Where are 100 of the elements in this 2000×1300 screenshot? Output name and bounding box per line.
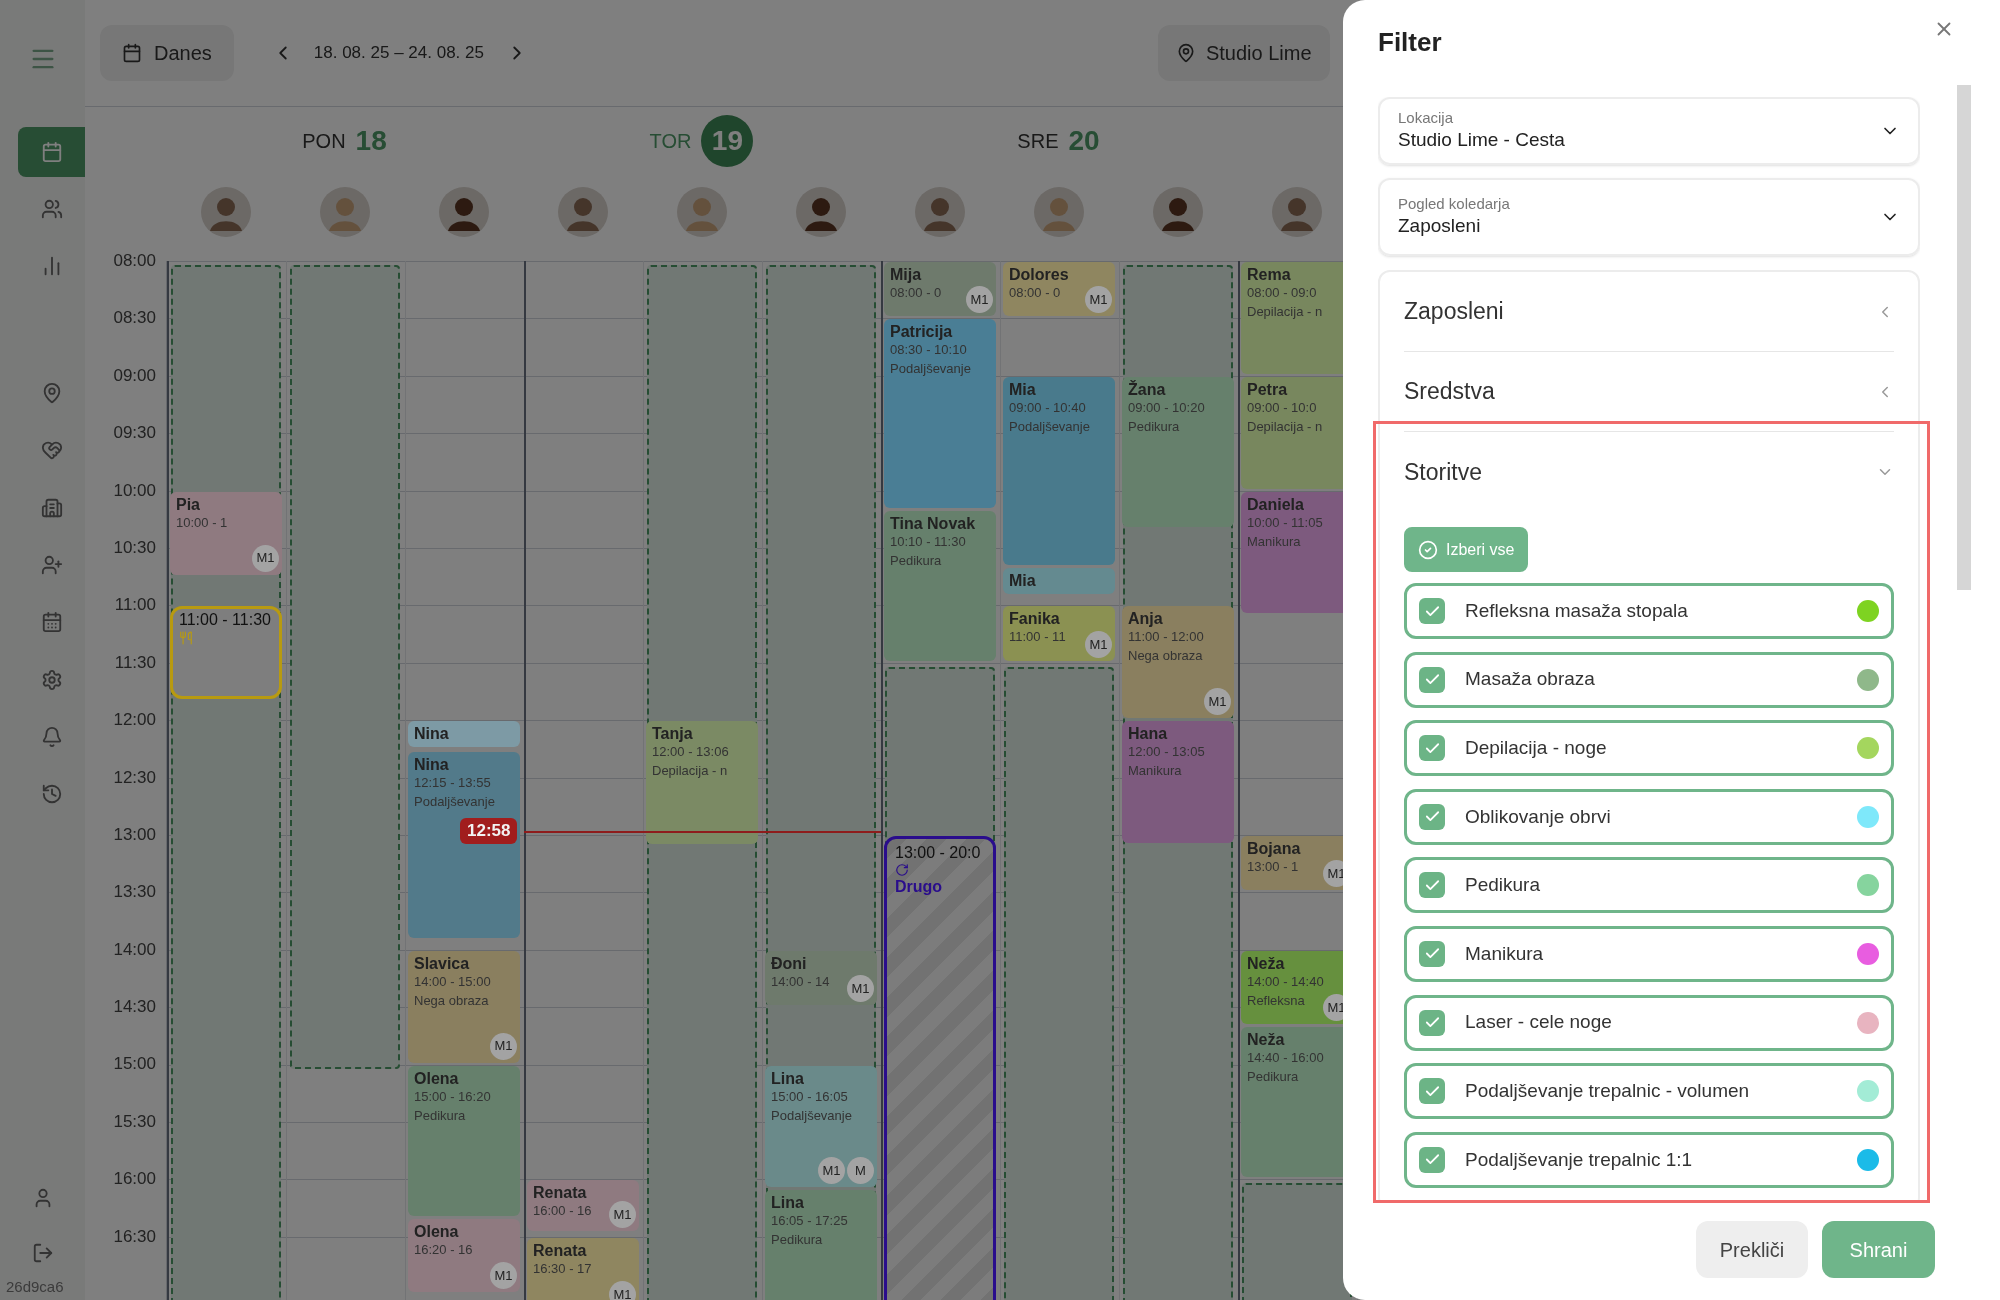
select-field[interactable]: Pogled koledarja Zaposleni — [1378, 178, 1920, 256]
building-icon — [40, 496, 63, 519]
checkbox[interactable] — [1419, 1009, 1445, 1036]
checkbox[interactable] — [1419, 735, 1445, 762]
avatar — [1271, 187, 1322, 237]
client-name: Olena — [414, 1069, 459, 1087]
checkbox[interactable] — [1419, 803, 1445, 830]
appointment-card[interactable]: Tanja 12:00 - 13:06 Depilacija - n — [646, 721, 758, 845]
check-circle-icon — [1418, 539, 1438, 560]
repeat-icon — [895, 863, 909, 877]
service-option[interactable]: Pedikura — [1404, 857, 1894, 914]
appointment-card[interactable]: Renata 16:00 - 16 M1 — [527, 1180, 639, 1231]
checkbox[interactable] — [1419, 872, 1445, 899]
service-option[interactable]: Depilacija - noge — [1404, 720, 1894, 777]
appointment-time: 12:15 - 13:55 — [414, 773, 491, 792]
service-option[interactable]: Podaljševanje trepalnic 1:1 — [1404, 1131, 1894, 1188]
appointment-card[interactable]: Žana 09:00 - 10:20 Pedikura — [1122, 376, 1234, 527]
staff-badge: M1 — [609, 1200, 636, 1228]
version-text: 26d9ca6 — [6, 1276, 64, 1297]
appointment-card[interactable]: Đoni 14:00 - 14 M1 — [765, 950, 877, 1006]
client-name: Neža — [1247, 954, 1285, 972]
time-label: 13:30 — [113, 883, 156, 902]
service-option[interactable]: Podaljševanje trepalnic - volumen — [1404, 1063, 1894, 1120]
date-range: 18. 08. 25 – 24. 08. 25 — [313, 42, 484, 65]
service-name: Pedikura — [771, 1230, 823, 1249]
appointment-card[interactable]: Mija 08:00 - 0 M1 — [884, 262, 996, 317]
avatar — [557, 187, 608, 237]
break-time: 11:00 - 11:30 — [179, 610, 272, 631]
avatar — [1033, 187, 1084, 237]
service-option[interactable]: Masaža obraza — [1404, 651, 1894, 708]
checkbox[interactable] — [1419, 598, 1445, 624]
appointment-card[interactable]: Pia 10:00 - 1 M1 — [170, 491, 282, 575]
today-button[interactable]: Danes — [100, 25, 234, 81]
checkbox[interactable] — [1419, 1146, 1445, 1173]
appointment-card[interactable]: Mia 09:00 - 10:40 Podaljševanje — [1003, 376, 1115, 566]
client-name: Renata — [533, 1241, 587, 1259]
client-name: Dolores — [1009, 266, 1069, 283]
service-label: Pedikura — [1465, 873, 1540, 898]
checkbox[interactable] — [1419, 666, 1445, 693]
appointment-card[interactable]: Patricija 08:30 - 10:10 Podaljševanje — [884, 319, 996, 508]
service-option[interactable]: Manikura — [1404, 925, 1894, 982]
blocked-time-block[interactable]: 13:00 - 20:0 Drugo — [884, 836, 996, 1300]
avatar — [438, 187, 489, 237]
client-name: Daniela — [1247, 495, 1304, 513]
appointment-card[interactable]: Renata 16:30 - 17 M1 — [527, 1237, 639, 1300]
client-name: Rema — [1247, 266, 1291, 283]
field-value: Studio Lime - Cesta — [1398, 128, 1565, 152]
appointment-card[interactable]: Anja 11:00 - 12:00 Nega obraza M1 — [1122, 606, 1234, 719]
appointment-card[interactable]: Olena 16:20 - 16 M1 — [408, 1218, 520, 1293]
service-option[interactable]: Refleksna masaža stopala — [1404, 583, 1894, 639]
avatar — [319, 187, 370, 237]
scrollbar-thumb[interactable] — [1957, 85, 1971, 590]
select-field[interactable]: Lokacija Studio Lime - Cesta — [1378, 97, 1920, 165]
nav-item[interactable] — [18, 126, 85, 177]
settings-icon — [40, 668, 63, 691]
appointment-time: 11:00 - 11 — [1009, 628, 1066, 647]
service-name: Refleksna — [1247, 991, 1305, 1010]
appointment-card[interactable]: Lina 15:00 - 16:05 Podaljševanje M1 M — [765, 1065, 877, 1187]
service-name: Pedikura — [1247, 1068, 1299, 1087]
appointment-card[interactable]: Olena 15:00 - 16:20 Pedikura — [408, 1065, 520, 1216]
appointment-time: 10:10 - 11:30 — [890, 532, 966, 551]
service-name: Podaljševanje — [414, 792, 495, 811]
calendar-icon — [40, 611, 63, 634]
time-label: 15:00 — [113, 1055, 156, 1074]
service-option[interactable]: Laser - cele noge — [1404, 994, 1894, 1051]
cancel-button[interactable]: Prekliči — [1696, 1221, 1808, 1278]
weekday-label: TOR — [649, 129, 692, 154]
staff-badge: M — [847, 1156, 874, 1184]
staff-badge: M1 — [1085, 286, 1112, 314]
client-name: Bojana — [1247, 840, 1301, 857]
appointment-time: 14:00 - 14:40 — [1247, 972, 1324, 991]
appointment-time: 11:00 - 12:00 — [1128, 628, 1204, 647]
appointment-card[interactable]: Mia — [1003, 568, 1115, 594]
location-button[interactable]: Studio Lime — [1157, 25, 1330, 81]
service-name: Depilacija - n — [1247, 417, 1323, 436]
break-block[interactable]: 11:00 - 11:30 — [170, 606, 282, 700]
staff-badge: M1 — [1204, 688, 1231, 716]
accordion-header[interactable]: Sredstva — [1404, 352, 1894, 432]
appointment-card[interactable]: Tina Novak 10:10 - 11:30 Pedikura — [884, 510, 996, 661]
appointment-time: 10:00 - 11:05 — [1247, 513, 1323, 532]
service-option[interactable]: Oblikovanje obrvi — [1404, 788, 1894, 845]
service-name: Podaljševanje — [890, 360, 971, 379]
appointment-card[interactable]: Slavica 14:00 - 15:00 Nega obraza M1 — [408, 950, 520, 1063]
panel-title: Filter — [1378, 26, 1442, 59]
logout-icon[interactable] — [31, 1242, 54, 1264]
calendar-icon — [40, 140, 63, 163]
accordion-header[interactable]: Storitve — [1404, 432, 1894, 512]
checkbox[interactable] — [1419, 1078, 1445, 1105]
accordion-header[interactable]: Zaposleni — [1404, 272, 1894, 352]
appointment-card[interactable]: Lina 16:05 - 17:25 Pedikura — [765, 1189, 877, 1300]
avatar — [1152, 187, 1203, 237]
checkbox[interactable] — [1419, 940, 1445, 967]
appointment-card[interactable]: Nina — [408, 721, 520, 747]
appointment-card[interactable]: Dolores 08:00 - 0 M1 — [1003, 262, 1115, 317]
appointment-card[interactable]: Fanika 11:00 - 11 M1 — [1003, 606, 1115, 661]
service-label: Podaljševanje trepalnic 1:1 — [1465, 1147, 1693, 1172]
staff-badge: M1 — [847, 975, 874, 1003]
client-name: Đoni — [771, 954, 807, 972]
appointment-time: 09:00 - 10:20 — [1128, 398, 1205, 417]
staff-badge: M1 — [1085, 630, 1112, 658]
